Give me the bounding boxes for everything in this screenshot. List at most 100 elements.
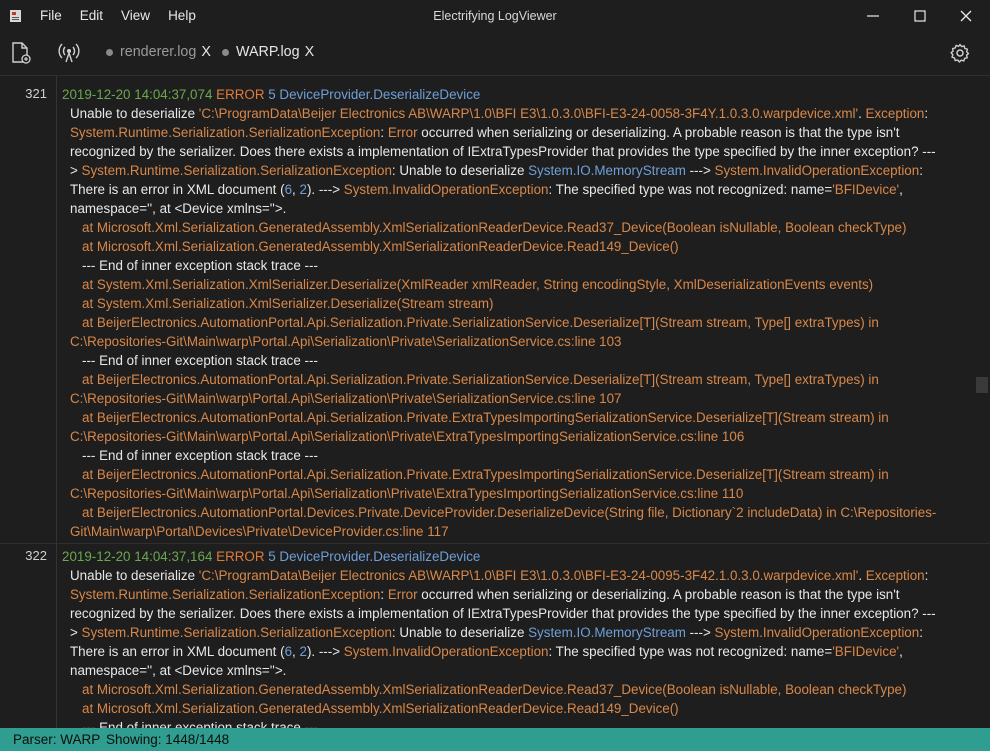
tab-close-button[interactable]: X — [305, 44, 315, 60]
tab-close-button[interactable]: X — [201, 44, 211, 60]
showing-count: Showing: 1448/1448 — [106, 732, 230, 747]
log-text-span: ). ---> — [306, 182, 344, 197]
entry-content: 2019-12-20 14:04:37,074 ERROR 5 DevicePr… — [62, 85, 982, 541]
tab-status-dot — [106, 48, 113, 56]
log-text-span: 'C:\ProgramData\Beijer Electronics AB\WA… — [198, 106, 859, 121]
log-text-span: , — [292, 182, 300, 197]
log-text-span: C:\Repositories-Git\Main\warp\Portal.Api… — [70, 334, 622, 349]
log-text-span: C:\Repositories-Git\Main\warp\Portal.Api… — [70, 391, 622, 406]
log-text-span: ---> — [685, 625, 715, 640]
log-text-span: System.IO.MemoryStream — [528, 163, 686, 178]
maximize-icon[interactable] — [912, 8, 928, 24]
log-entry[interactable]: 322 2019-12-20 14:04:37,164 ERROR 5 Devi… — [0, 538, 990, 728]
log-text-span: : — [924, 106, 929, 121]
tab-label: WARP.log — [236, 44, 300, 60]
log-text-span: System.Runtime.Serialization.Serializati… — [70, 125, 381, 140]
entry-content: 2019-12-20 14:04:37,164 ERROR 5 DevicePr… — [62, 547, 982, 728]
log-text-span: System.InvalidOperationException — [714, 625, 920, 640]
tab-renderer-log[interactable]: renderer.log X — [106, 44, 211, 60]
log-message-line: --- End of inner exception stack trace -… — [62, 256, 982, 275]
log-text-span: --- End of inner exception stack trace -… — [82, 258, 318, 273]
log-entry[interactable]: 321 2019-12-20 14:04:37,074 ERROR 5 Devi… — [0, 76, 990, 543]
log-text-span: namespace='', at <Device xmlns=''>. — [70, 201, 287, 216]
log-text-span: ---> — [685, 163, 715, 178]
log-message-line: There is an error in XML document (6, 2)… — [62, 180, 982, 199]
log-text-span: recognized by the serializer. Does there… — [70, 606, 936, 621]
log-text-span: System.Runtime.Serialization.Serializati… — [70, 587, 381, 602]
log-text-span: at BeijerElectronics.AutomationPortal.Ap… — [82, 410, 889, 425]
log-text-span: 2 — [299, 182, 307, 197]
log-text-span: : — [919, 625, 923, 640]
log-text-span: at System.Xml.Serialization.XmlSerialize… — [82, 277, 874, 292]
log-message-line: Unable to deserialize 'C:\ProgramData\Be… — [62, 566, 982, 585]
log-text-span: at System.Xml.Serialization.XmlSerialize… — [82, 296, 494, 311]
log-message-line: > System.Runtime.Serialization.Serializa… — [62, 623, 982, 642]
log-message-line: > System.Runtime.Serialization.Serializa… — [62, 161, 982, 180]
log-message-line: at System.Xml.Serialization.XmlSerialize… — [62, 275, 982, 294]
gear-icon[interactable] — [950, 43, 970, 63]
log-text-span: : Unable to deserialize — [391, 163, 529, 178]
log-text-span: at Microsoft.Xml.Serialization.Generated… — [82, 701, 679, 716]
log-text-span: , — [292, 644, 300, 659]
log-text-span: ). ---> — [306, 644, 344, 659]
log-text-span: Error — [387, 125, 418, 140]
log-text-span: : The specified type was not recognized:… — [548, 182, 833, 197]
log-text-span: Exception — [865, 568, 925, 583]
log-text-span: at Microsoft.Xml.Serialization.Generated… — [82, 239, 679, 254]
log-view[interactable]: 321 2019-12-20 14:04:37,074 ERROR 5 Devi… — [0, 73, 990, 728]
scrollbar-thumb[interactable] — [976, 377, 988, 393]
log-text-span: : The specified type was not recognized:… — [548, 644, 833, 659]
log-message-line: C:\Repositories-Git\Main\warp\Portal.Api… — [62, 332, 982, 351]
log-text-span: --- End of inner exception stack trace -… — [82, 353, 318, 368]
log-message-line: C:\Repositories-Git\Main\warp\Portal.Api… — [62, 484, 982, 503]
log-text-span: recognized by the serializer. Does there… — [70, 144, 936, 159]
log-message-line: at BeijerElectronics.AutomationPortal.Ap… — [62, 465, 982, 484]
log-message-line: at Microsoft.Xml.Serialization.Generated… — [62, 237, 982, 256]
log-message-line: at System.Xml.Serialization.XmlSerialize… — [62, 294, 982, 313]
tab-warp-log[interactable]: WARP.log X — [222, 44, 314, 60]
close-icon[interactable] — [958, 8, 974, 24]
entry-timestamp: 2019-12-20 14:04:37,074 — [62, 87, 213, 102]
log-text-span: : — [919, 163, 923, 178]
scrollbar[interactable] — [976, 73, 990, 728]
log-text-span: at BeijerElectronics.AutomationPortal.De… — [82, 505, 937, 520]
log-message-line: System.Runtime.Serialization.Serializati… — [62, 123, 982, 142]
log-text-span: > — [70, 625, 82, 640]
log-text-span: : Unable to deserialize — [391, 625, 529, 640]
log-text-span: : — [380, 125, 388, 140]
log-text-span: System.InvalidOperationException — [343, 644, 549, 659]
entry-timestamp: 2019-12-20 14:04:37,164 — [62, 549, 213, 564]
new-file-icon[interactable] — [10, 41, 32, 65]
log-message-line: at Microsoft.Xml.Serialization.Generated… — [62, 680, 982, 699]
gutter-divider — [56, 76, 57, 543]
minimize-icon[interactable] — [865, 8, 881, 24]
log-text-span: at BeijerElectronics.AutomationPortal.Ap… — [82, 467, 889, 482]
log-message-line: recognized by the serializer. Does there… — [62, 142, 982, 161]
gutter-divider — [56, 538, 57, 728]
antenna-icon[interactable] — [58, 42, 80, 64]
log-message-line: at BeijerElectronics.AutomationPortal.Ap… — [62, 370, 982, 389]
log-text-span: 6 — [284, 182, 293, 197]
entry-thread: 5 — [268, 87, 276, 102]
log-text-span: System.Runtime.Serialization.Serializati… — [81, 625, 392, 640]
log-text-span: --- End of inner exception stack trace -… — [82, 720, 318, 728]
log-text-span: occurred when serializing or deserializi… — [417, 587, 900, 602]
log-text-span: 6 — [284, 644, 293, 659]
log-text-span: There is an error in XML document ( — [70, 644, 285, 659]
log-message-line: --- End of inner exception stack trace -… — [62, 718, 982, 728]
log-text-span: Git\Main\warp\Portal\Devices\Private\Dev… — [70, 524, 449, 539]
title-bar: File Edit View Help Electrifying LogView… — [0, 0, 990, 33]
entry-source: DeviceProvider.DeserializeDevice — [279, 87, 481, 102]
log-message-line: at BeijerElectronics.AutomationPortal.Ap… — [62, 408, 982, 427]
log-message-line: at Microsoft.Xml.Serialization.Generated… — [62, 699, 982, 718]
log-text-span: : — [380, 587, 388, 602]
log-text-span: --- End of inner exception stack trace -… — [82, 448, 318, 463]
log-message-line: C:\Repositories-Git\Main\warp\Portal.Api… — [62, 389, 982, 408]
log-text-span: System.InvalidOperationException — [343, 182, 549, 197]
log-text-span: 'C:\ProgramData\Beijer Electronics AB\WA… — [198, 568, 859, 583]
log-text-span: at BeijerElectronics.AutomationPortal.Ap… — [82, 372, 879, 387]
entry-level: ERROR — [216, 87, 265, 102]
log-message-line: at BeijerElectronics.AutomationPortal.Ap… — [62, 313, 982, 332]
log-text-span: at BeijerElectronics.AutomationPortal.Ap… — [82, 315, 879, 330]
entry-level: ERROR — [216, 549, 265, 564]
